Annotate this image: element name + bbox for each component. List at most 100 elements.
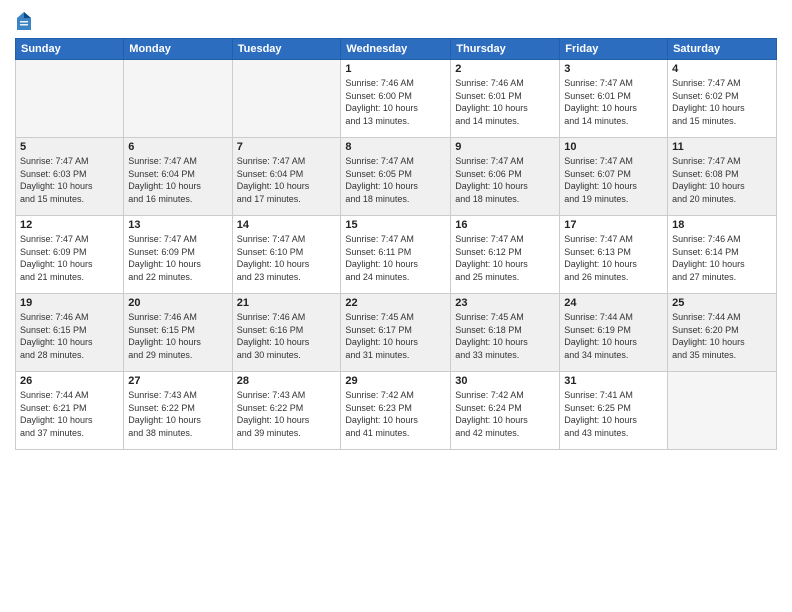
day-info: Sunrise: 7:47 AM Sunset: 6:11 PM Dayligh… xyxy=(345,233,446,283)
day-info: Sunrise: 7:47 AM Sunset: 6:03 PM Dayligh… xyxy=(20,155,119,205)
day-info: Sunrise: 7:43 AM Sunset: 6:22 PM Dayligh… xyxy=(237,389,337,439)
calendar-cell: 24 Sunrise: 7:44 AM Sunset: 6:19 PM Dayli… xyxy=(560,294,668,372)
day-info: Sunrise: 7:42 AM Sunset: 6:24 PM Dayligh… xyxy=(455,389,555,439)
day-number: 24 xyxy=(564,297,663,309)
weekday-header-tuesday: Tuesday xyxy=(232,39,341,60)
page: SundayMondayTuesdayWednesdayThursdayFrid… xyxy=(0,0,792,612)
day-number: 30 xyxy=(455,375,555,387)
day-info: Sunrise: 7:44 AM Sunset: 6:20 PM Dayligh… xyxy=(672,311,772,361)
day-number: 23 xyxy=(455,297,555,309)
day-info: Sunrise: 7:42 AM Sunset: 6:23 PM Dayligh… xyxy=(345,389,446,439)
calendar-cell xyxy=(668,372,777,450)
day-info: Sunrise: 7:47 AM Sunset: 6:02 PM Dayligh… xyxy=(672,77,772,127)
day-info: Sunrise: 7:47 AM Sunset: 6:13 PM Dayligh… xyxy=(564,233,663,283)
week-row-1: 5 Sunrise: 7:47 AM Sunset: 6:03 PM Daylig… xyxy=(16,138,777,216)
day-number: 27 xyxy=(128,375,227,387)
day-number: 6 xyxy=(128,141,227,153)
calendar-cell: 15 Sunrise: 7:47 AM Sunset: 6:11 PM Dayli… xyxy=(341,216,451,294)
calendar-cell: 2 Sunrise: 7:46 AM Sunset: 6:01 PM Daylig… xyxy=(451,60,560,138)
day-number: 14 xyxy=(237,219,337,231)
day-info: Sunrise: 7:47 AM Sunset: 6:01 PM Dayligh… xyxy=(564,77,663,127)
weekday-header-monday: Monday xyxy=(124,39,232,60)
calendar-cell: 3 Sunrise: 7:47 AM Sunset: 6:01 PM Daylig… xyxy=(560,60,668,138)
day-number: 2 xyxy=(455,63,555,75)
calendar-cell: 25 Sunrise: 7:44 AM Sunset: 6:20 PM Dayli… xyxy=(668,294,777,372)
calendar-cell xyxy=(232,60,341,138)
day-number: 11 xyxy=(672,141,772,153)
calendar-cell xyxy=(16,60,124,138)
calendar-cell: 31 Sunrise: 7:41 AM Sunset: 6:25 PM Dayli… xyxy=(560,372,668,450)
calendar-cell: 8 Sunrise: 7:47 AM Sunset: 6:05 PM Daylig… xyxy=(341,138,451,216)
day-number: 1 xyxy=(345,63,446,75)
day-number: 21 xyxy=(237,297,337,309)
day-number: 3 xyxy=(564,63,663,75)
day-info: Sunrise: 7:46 AM Sunset: 6:00 PM Dayligh… xyxy=(345,77,446,127)
day-info: Sunrise: 7:41 AM Sunset: 6:25 PM Dayligh… xyxy=(564,389,663,439)
day-number: 29 xyxy=(345,375,446,387)
calendar-cell: 17 Sunrise: 7:47 AM Sunset: 6:13 PM Dayli… xyxy=(560,216,668,294)
day-number: 17 xyxy=(564,219,663,231)
day-number: 16 xyxy=(455,219,555,231)
day-info: Sunrise: 7:47 AM Sunset: 6:07 PM Dayligh… xyxy=(564,155,663,205)
calendar-cell: 26Sunrise: 7:44 AM Sunset: 6:21 PM Dayli… xyxy=(16,372,124,450)
calendar-cell: 21 Sunrise: 7:46 AM Sunset: 6:16 PM Dayli… xyxy=(232,294,341,372)
calendar-cell: 20Sunrise: 7:46 AM Sunset: 6:15 PM Dayli… xyxy=(124,294,232,372)
day-info: Sunrise: 7:47 AM Sunset: 6:08 PM Dayligh… xyxy=(672,155,772,205)
weekday-header-saturday: Saturday xyxy=(668,39,777,60)
day-info: Sunrise: 7:47 AM Sunset: 6:09 PM Dayligh… xyxy=(20,233,119,283)
day-number: 7 xyxy=(237,141,337,153)
day-number: 26 xyxy=(20,375,119,387)
day-number: 4 xyxy=(672,63,772,75)
calendar-cell: 22Sunrise: 7:45 AM Sunset: 6:17 PM Dayli… xyxy=(341,294,451,372)
day-info: Sunrise: 7:47 AM Sunset: 6:06 PM Dayligh… xyxy=(455,155,555,205)
day-info: Sunrise: 7:46 AM Sunset: 6:14 PM Dayligh… xyxy=(672,233,772,283)
day-number: 9 xyxy=(455,141,555,153)
day-number: 15 xyxy=(345,219,446,231)
week-row-0: 1 Sunrise: 7:46 AM Sunset: 6:00 PM Daylig… xyxy=(16,60,777,138)
calendar-cell xyxy=(124,60,232,138)
calendar-cell: 29 Sunrise: 7:42 AM Sunset: 6:23 PM Dayli… xyxy=(341,372,451,450)
weekday-header-wednesday: Wednesday xyxy=(341,39,451,60)
calendar-cell: 1 Sunrise: 7:46 AM Sunset: 6:00 PM Daylig… xyxy=(341,60,451,138)
day-info: Sunrise: 7:43 AM Sunset: 6:22 PM Dayligh… xyxy=(128,389,227,439)
week-row-4: 26Sunrise: 7:44 AM Sunset: 6:21 PM Dayli… xyxy=(16,372,777,450)
logo-icon xyxy=(15,10,33,32)
day-number: 8 xyxy=(345,141,446,153)
logo xyxy=(15,10,37,32)
calendar-cell: 28 Sunrise: 7:43 AM Sunset: 6:22 PM Dayli… xyxy=(232,372,341,450)
day-number: 22 xyxy=(345,297,446,309)
day-info: Sunrise: 7:47 AM Sunset: 6:04 PM Dayligh… xyxy=(128,155,227,205)
day-number: 18 xyxy=(672,219,772,231)
weekday-header-thursday: Thursday xyxy=(451,39,560,60)
day-number: 19 xyxy=(20,297,119,309)
day-info: Sunrise: 7:44 AM Sunset: 6:19 PM Dayligh… xyxy=(564,311,663,361)
calendar-cell: 16 Sunrise: 7:47 AM Sunset: 6:12 PM Dayli… xyxy=(451,216,560,294)
calendar-cell: 18 Sunrise: 7:46 AM Sunset: 6:14 PM Dayli… xyxy=(668,216,777,294)
calendar-cell: 14Sunrise: 7:47 AM Sunset: 6:10 PM Dayli… xyxy=(232,216,341,294)
day-number: 10 xyxy=(564,141,663,153)
day-number: 25 xyxy=(672,297,772,309)
calendar-cell: 11 Sunrise: 7:47 AM Sunset: 6:08 PM Dayli… xyxy=(668,138,777,216)
calendar-cell: 9 Sunrise: 7:47 AM Sunset: 6:06 PM Daylig… xyxy=(451,138,560,216)
calendar-cell: 6 Sunrise: 7:47 AM Sunset: 6:04 PM Daylig… xyxy=(124,138,232,216)
day-info: Sunrise: 7:47 AM Sunset: 6:05 PM Dayligh… xyxy=(345,155,446,205)
week-row-2: 12Sunrise: 7:47 AM Sunset: 6:09 PM Dayli… xyxy=(16,216,777,294)
calendar-cell: 23Sunrise: 7:45 AM Sunset: 6:18 PM Dayli… xyxy=(451,294,560,372)
weekday-header-sunday: Sunday xyxy=(16,39,124,60)
day-number: 28 xyxy=(237,375,337,387)
day-info: Sunrise: 7:46 AM Sunset: 6:01 PM Dayligh… xyxy=(455,77,555,127)
week-row-3: 19 Sunrise: 7:46 AM Sunset: 6:15 PM Dayli… xyxy=(16,294,777,372)
day-number: 5 xyxy=(20,141,119,153)
day-number: 31 xyxy=(564,375,663,387)
day-info: Sunrise: 7:46 AM Sunset: 6:15 PM Dayligh… xyxy=(20,311,119,361)
weekday-header-friday: Friday xyxy=(560,39,668,60)
day-info: Sunrise: 7:47 AM Sunset: 6:12 PM Dayligh… xyxy=(455,233,555,283)
calendar-cell: 10 Sunrise: 7:47 AM Sunset: 6:07 PM Dayli… xyxy=(560,138,668,216)
calendar-cell: 4 Sunrise: 7:47 AM Sunset: 6:02 PM Daylig… xyxy=(668,60,777,138)
day-info: Sunrise: 7:46 AM Sunset: 6:15 PM Dayligh… xyxy=(128,311,227,361)
day-info: Sunrise: 7:47 AM Sunset: 6:04 PM Dayligh… xyxy=(237,155,337,205)
calendar-cell: 12Sunrise: 7:47 AM Sunset: 6:09 PM Dayli… xyxy=(16,216,124,294)
calendar-cell: 27 Sunrise: 7:43 AM Sunset: 6:22 PM Dayli… xyxy=(124,372,232,450)
calendar-cell: 13Sunrise: 7:47 AM Sunset: 6:09 PM Dayli… xyxy=(124,216,232,294)
day-info: Sunrise: 7:46 AM Sunset: 6:16 PM Dayligh… xyxy=(237,311,337,361)
